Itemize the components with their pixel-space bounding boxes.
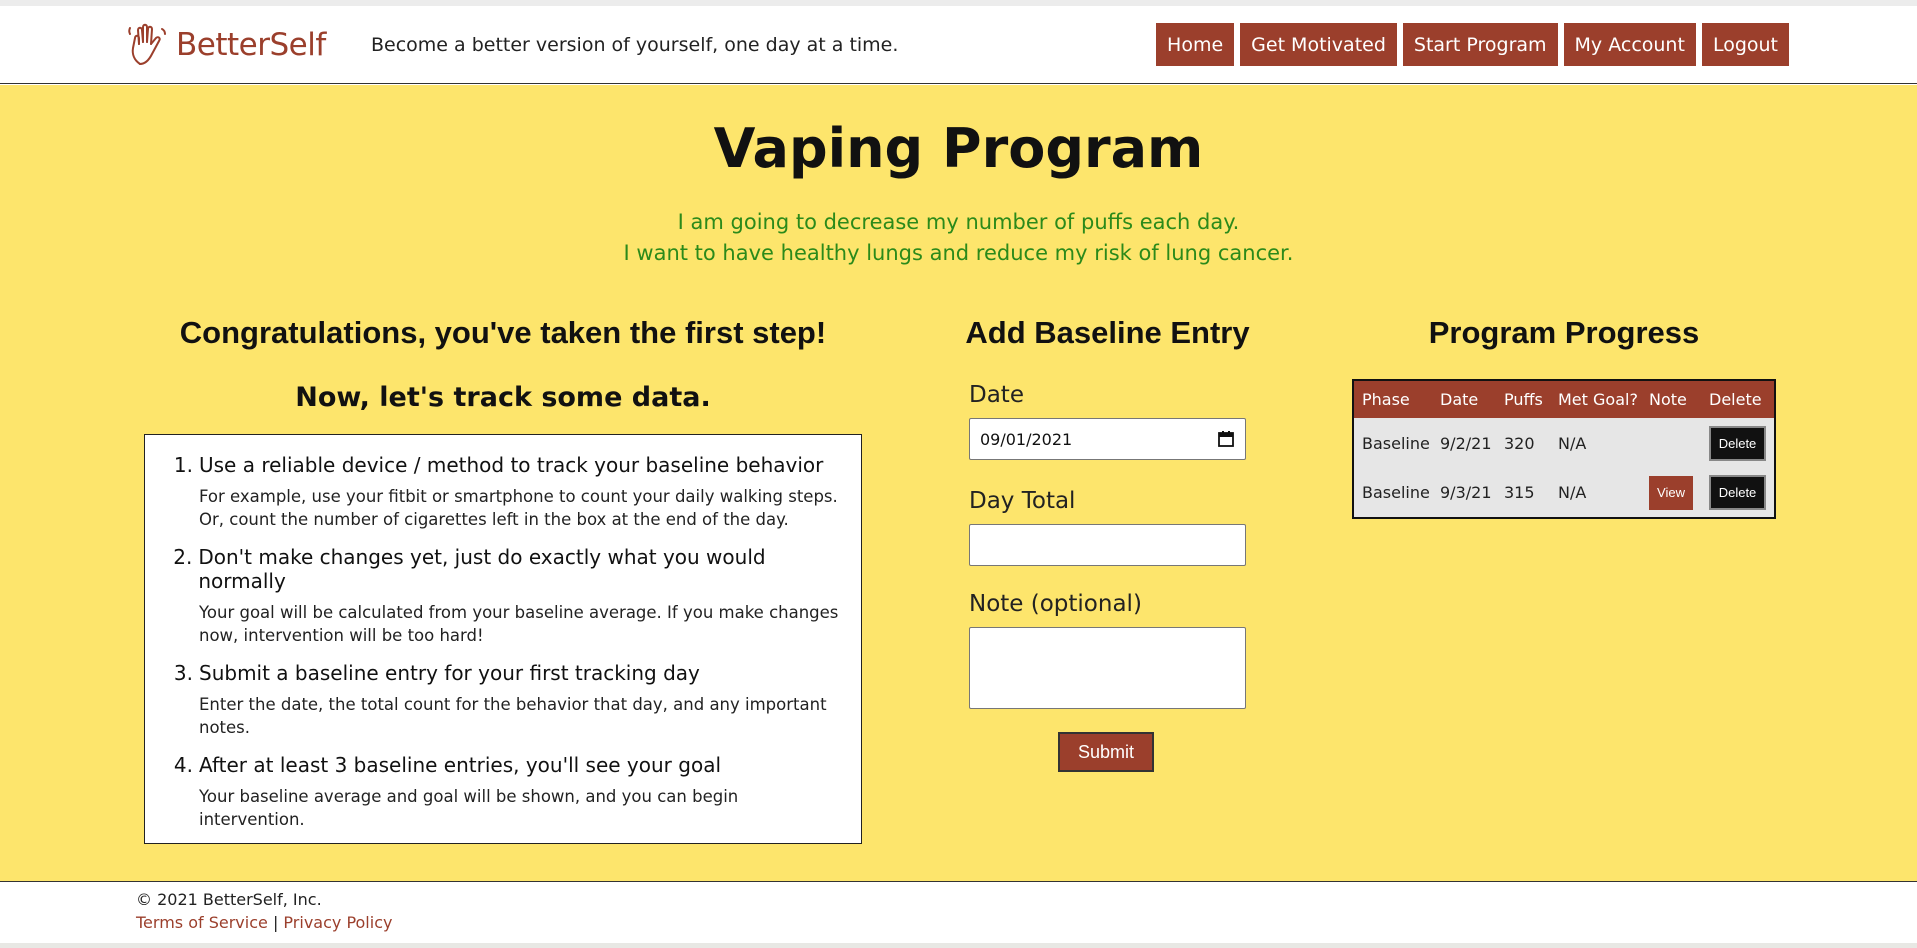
calendar-icon[interactable] bbox=[1217, 430, 1235, 448]
column-header: Met Goal? bbox=[1550, 380, 1641, 418]
step-number: 3. bbox=[173, 661, 193, 685]
site-footer: © 2021 BetterSelf, Inc. Terms of Service… bbox=[0, 883, 1917, 943]
intro-subheading: Now, let's track some data. bbox=[295, 382, 711, 413]
date-input[interactable]: 09/01/2021 bbox=[969, 418, 1246, 460]
submit-button[interactable]: Submit bbox=[1058, 732, 1154, 772]
brand-logo[interactable]: BetterSelf bbox=[126, 20, 326, 70]
progress-table: Phase Date Puffs Met Goal? Note Delete B… bbox=[1352, 379, 1776, 519]
step-description: Your goal will be calculated from your b… bbox=[199, 603, 839, 645]
step-title: Submit a baseline entry for your first t… bbox=[199, 661, 700, 685]
delete-button[interactable]: Delete bbox=[1709, 425, 1766, 461]
phase-cell: Baseline bbox=[1362, 433, 1430, 453]
privacy-policy-link[interactable]: Privacy Policy bbox=[283, 913, 392, 932]
view-note-button[interactable]: View bbox=[1649, 475, 1693, 510]
column-header: Puffs bbox=[1496, 380, 1550, 418]
phase-cell: Baseline bbox=[1362, 483, 1430, 502]
terms-of-service-link[interactable]: Terms of Service bbox=[136, 913, 268, 932]
date-value: 09/01/2021 bbox=[980, 429, 1073, 449]
step-description: Your baseline average and goal will be s… bbox=[199, 787, 739, 829]
instruction-step: 4. After at least 3 baseline entries, you… bbox=[169, 753, 841, 831]
tagline: Become a better version of yourself, one… bbox=[371, 34, 899, 56]
nav-get-motivated-button[interactable]: Get Motivated bbox=[1240, 23, 1397, 66]
instruction-step: 1. Use a reliable device / method to trac… bbox=[169, 453, 841, 531]
delete-button[interactable]: Delete bbox=[1709, 475, 1766, 510]
motivation-statement: I want to have healthy lungs and reduce … bbox=[623, 241, 1294, 265]
progress-heading: Program Progress bbox=[1428, 315, 1700, 350]
baseline-entry-form: Date 09/01/2021 Day Total Note (optional… bbox=[969, 382, 1246, 772]
add-entry-heading: Add Baseline Entry bbox=[965, 315, 1250, 350]
table-header-row: Phase Date Puffs Met Goal? Note Delete bbox=[1353, 380, 1775, 418]
nav-start-program-button[interactable]: Start Program bbox=[1402, 23, 1558, 66]
main-nav: Home Get Motivated Start Program My Acco… bbox=[1156, 23, 1789, 66]
step-number: 1. bbox=[173, 453, 193, 477]
step-title: Use a reliable device / method to track … bbox=[199, 453, 824, 477]
date-cell: 9/2/21 bbox=[1440, 433, 1492, 453]
nav-my-account-button[interactable]: My Account bbox=[1563, 23, 1696, 66]
step-title: After at least 3 baseline entries, you'l… bbox=[199, 753, 722, 777]
table-row: Baseline 9/2/21 320 N/A Delete bbox=[1353, 418, 1775, 468]
date-label: Date bbox=[969, 382, 1024, 408]
delete-cell: Delete bbox=[1701, 418, 1775, 468]
day-total-input[interactable] bbox=[969, 524, 1246, 566]
goal-statement: I am going to decrease my number of puff… bbox=[677, 210, 1240, 234]
note-label: Note (optional) bbox=[969, 591, 1142, 617]
link-separator: | bbox=[272, 913, 279, 932]
site-header: BetterSelf Become a better version of yo… bbox=[0, 6, 1917, 84]
intro-heading: Congratulations, you've taken the first … bbox=[179, 315, 827, 350]
column-header: Delete bbox=[1701, 380, 1775, 418]
column-header: Phase bbox=[1353, 380, 1432, 418]
window-bottom-edge bbox=[0, 943, 1917, 948]
step-number: 4. bbox=[173, 753, 193, 777]
step-description: Enter the date, the total count for the … bbox=[199, 695, 827, 737]
step-description: For example, use your fitbit or smartpho… bbox=[199, 487, 838, 529]
brand-name: BetterSelf bbox=[176, 27, 326, 63]
instruction-step: 2. Don't make changes yet, just do exactl… bbox=[169, 545, 841, 647]
nav-logout-button[interactable]: Logout bbox=[1701, 23, 1789, 66]
delete-cell: Delete bbox=[1701, 468, 1775, 518]
waving-hand-icon bbox=[128, 23, 166, 65]
puffs-cell: 315 bbox=[1504, 483, 1535, 502]
note-textarea[interactable] bbox=[969, 627, 1246, 709]
met-goal-cell: N/A bbox=[1558, 433, 1587, 453]
instructions-box: 1. Use a reliable device / method to trac… bbox=[144, 434, 862, 844]
footer-links: Terms of Service | Privacy Policy bbox=[136, 913, 392, 932]
note-cell: View bbox=[1641, 468, 1701, 518]
column-header: Note bbox=[1641, 380, 1701, 418]
step-number: 2. bbox=[173, 545, 193, 569]
table-row: Baseline 9/3/21 315 N/A View Delete bbox=[1353, 468, 1775, 518]
column-header: Date bbox=[1432, 380, 1496, 418]
nav-home-button[interactable]: Home bbox=[1156, 23, 1235, 66]
date-cell: 9/3/21 bbox=[1440, 483, 1492, 502]
day-total-label: Day Total bbox=[969, 488, 1076, 514]
program-main: Vaping Program I am going to decrease my… bbox=[0, 85, 1917, 882]
copyright: © 2021 BetterSelf, Inc. bbox=[136, 890, 322, 909]
puffs-cell: 320 bbox=[1504, 433, 1535, 453]
page-title: Vaping Program bbox=[713, 117, 1204, 180]
note-cell bbox=[1641, 418, 1701, 468]
instruction-step: 3. Submit a baseline entry for your first… bbox=[169, 661, 841, 739]
met-goal-cell: N/A bbox=[1558, 483, 1587, 502]
step-title: Don't make changes yet, just do exactly … bbox=[198, 545, 766, 593]
